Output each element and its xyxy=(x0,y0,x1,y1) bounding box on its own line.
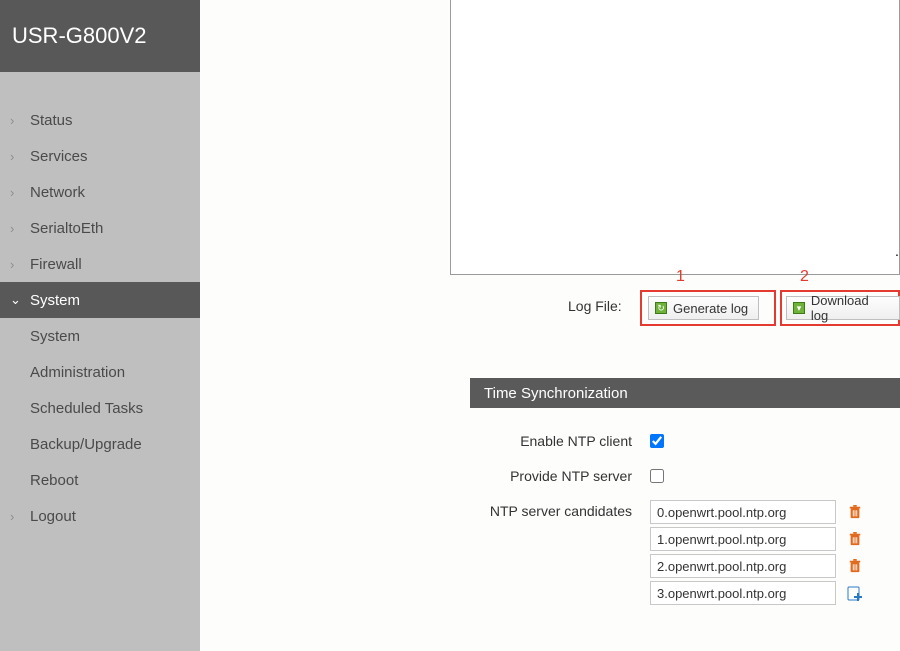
nav-label: Status xyxy=(30,112,73,129)
ntp-server-input[interactable] xyxy=(650,500,836,524)
reload-icon: ↻ xyxy=(655,302,667,314)
delete-icon[interactable] xyxy=(848,505,862,519)
nav-item-serialtoeth[interactable]: › SerialtoEth xyxy=(0,210,200,246)
nav-item-logout[interactable]: › Logout xyxy=(0,498,200,534)
nav-item-firewall[interactable]: › Firewall xyxy=(0,246,200,282)
sub-item-administration[interactable]: Administration xyxy=(0,354,200,390)
resize-dot: . xyxy=(895,243,899,259)
chevron-right-icon: › xyxy=(10,113,24,128)
ntp-candidates-list xyxy=(650,500,900,608)
main: . 1 2 Log File: ↻ Generate log ▾ Downloa… xyxy=(200,0,900,651)
download-icon: ▾ xyxy=(793,302,805,314)
chevron-right-icon: › xyxy=(10,149,24,164)
sub-item-scheduled-tasks[interactable]: Scheduled Tasks xyxy=(0,390,200,426)
chevron-right-icon: › xyxy=(10,221,24,236)
download-log-button[interactable]: ▾ Download log xyxy=(786,296,900,320)
sub-item-system[interactable]: System xyxy=(0,318,200,354)
ntp-candidates-label: NTP server candidates xyxy=(470,500,650,519)
brand-title: USR-G800V2 xyxy=(0,0,200,72)
log-file-label: Log File: xyxy=(568,298,622,314)
sub-label: Scheduled Tasks xyxy=(30,400,143,417)
ntp-server-input[interactable] xyxy=(650,527,836,551)
log-output-box xyxy=(450,0,900,275)
sub-item-backup-upgrade[interactable]: Backup/Upgrade xyxy=(0,426,200,462)
provide-ntp-label: Provide NTP server xyxy=(470,465,650,484)
ntp-server-input[interactable] xyxy=(650,581,836,605)
sub-item-reboot[interactable]: Reboot xyxy=(0,462,200,498)
chevron-right-icon: › xyxy=(10,185,24,200)
add-icon[interactable] xyxy=(847,585,863,601)
ntp-server-input[interactable] xyxy=(650,554,836,578)
button-label: Generate log xyxy=(673,301,748,316)
nav-label: SerialtoEth xyxy=(30,220,103,237)
delete-icon[interactable] xyxy=(848,559,862,573)
sub-label: Reboot xyxy=(30,472,78,489)
nav-label: System xyxy=(30,292,80,309)
nav-item-system[interactable]: ⌄ System xyxy=(0,282,200,318)
section-heading-time-sync: Time Synchronization xyxy=(470,378,900,408)
annotation-1: 1 xyxy=(676,268,685,286)
nav-item-network[interactable]: › Network xyxy=(0,174,200,210)
chevron-down-icon: ⌄ xyxy=(10,292,24,308)
enable-ntp-label: Enable NTP client xyxy=(470,430,650,449)
sub-label: Administration xyxy=(30,364,125,381)
time-sync-form: Enable NTP client Provide NTP server NTP… xyxy=(470,430,900,622)
delete-icon[interactable] xyxy=(848,532,862,546)
sidebar: USR-G800V2 › Status › Services › Network › S… xyxy=(0,0,200,651)
nav-item-services[interactable]: › Services xyxy=(0,138,200,174)
enable-ntp-checkbox[interactable] xyxy=(650,434,664,448)
generate-log-button[interactable]: ↻ Generate log xyxy=(648,296,759,320)
nav-label: Firewall xyxy=(30,256,82,273)
chevron-right-icon: › xyxy=(10,509,24,524)
nav-label: Logout xyxy=(30,508,76,525)
provide-ntp-checkbox[interactable] xyxy=(650,469,664,483)
sub-label: Backup/Upgrade xyxy=(30,436,142,453)
nav: ›Status ›Services ›Network ›SerialtoEth … xyxy=(0,102,200,534)
chevron-right-icon: › xyxy=(10,257,24,272)
sub-label: System xyxy=(30,328,80,345)
nav-label: Services xyxy=(30,148,88,165)
button-label: Download log xyxy=(811,293,889,323)
nav-label: Network xyxy=(30,184,85,201)
annotation-2: 2 xyxy=(800,268,809,286)
nav-item-status[interactable]: › Status xyxy=(0,102,200,138)
